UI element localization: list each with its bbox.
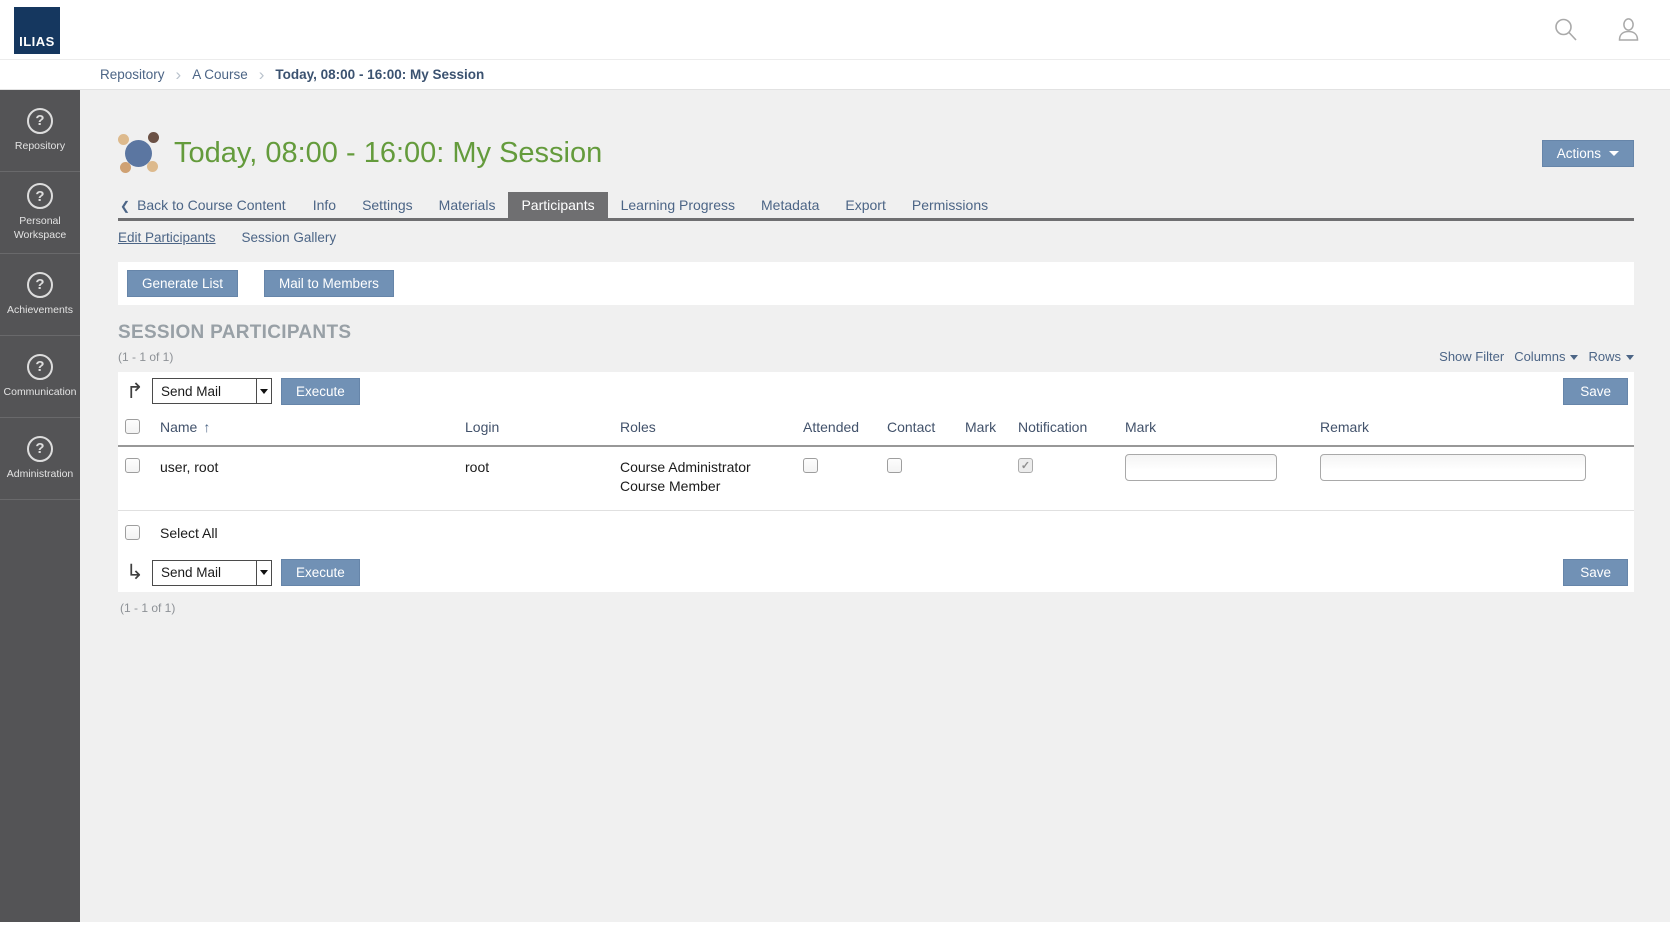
- topbar: ILIAS: [0, 0, 1670, 60]
- select-dropdown-icon[interactable]: [256, 379, 271, 403]
- page-title: Today, 08:00 - 16:00: My Session: [174, 137, 602, 170]
- apply-above-arrow-icon: [126, 381, 152, 402]
- actions-button[interactable]: Actions: [1542, 140, 1634, 167]
- bulk-action-select-top[interactable]: Send Mail: [152, 378, 272, 404]
- table-header-row: Name Login Roles Attended Contact Mark N…: [118, 410, 1634, 447]
- subtab-edit-participants[interactable]: Edit Participants: [118, 230, 216, 245]
- bulk-toolbar-top: Send Mail Execute Save: [118, 372, 1634, 410]
- column-header-name[interactable]: Name: [160, 419, 197, 435]
- back-to-course-content-link[interactable]: Back to Course Content: [118, 192, 288, 218]
- mail-to-members-button[interactable]: Mail to Members: [264, 270, 394, 297]
- main-content: Today, 08:00 - 16:00: My Session Actions…: [80, 90, 1670, 922]
- column-header-remark[interactable]: Remark: [1320, 419, 1369, 435]
- column-header-contact[interactable]: Contact: [887, 419, 935, 435]
- column-header-mark-input[interactable]: Mark: [1125, 419, 1156, 435]
- notification-checkbox: [1018, 458, 1033, 473]
- tab-bar: Back to Course Content Info Settings Mat…: [118, 192, 1634, 221]
- tab-metadata[interactable]: Metadata: [748, 192, 832, 218]
- tab-materials[interactable]: Materials: [426, 192, 509, 218]
- help-circle-icon: [27, 272, 53, 298]
- participants-table: Send Mail Execute Save Name Login Roles …: [118, 372, 1634, 592]
- select-dropdown-icon[interactable]: [256, 561, 271, 585]
- select-all-checkbox-header[interactable]: [125, 419, 140, 434]
- help-circle-icon: [27, 436, 53, 462]
- tab-info[interactable]: Info: [300, 192, 349, 218]
- rows-dropdown[interactable]: Rows: [1588, 349, 1634, 364]
- contact-checkbox[interactable]: [887, 458, 902, 473]
- bulk-action-select-bottom[interactable]: Send Mail: [152, 560, 272, 586]
- cell-name: user, root: [160, 458, 465, 477]
- ilias-logo[interactable]: ILIAS: [14, 7, 60, 54]
- result-count-bottom: (1 - 1 of 1): [118, 592, 1634, 624]
- row-select-checkbox[interactable]: [125, 458, 140, 473]
- bulk-toolbar-bottom: Send Mail Execute Save: [118, 554, 1634, 592]
- user-menu-icon[interactable]: [1615, 16, 1642, 43]
- table-row: user, root root Course Administrator Cou…: [118, 447, 1634, 511]
- main-sidebar: Repository Personal Workspace Achievemen…: [0, 90, 80, 922]
- sort-ascending-icon: [203, 419, 210, 435]
- column-header-notification[interactable]: Notification: [1018, 419, 1087, 435]
- tab-learning-progress[interactable]: Learning Progress: [608, 192, 748, 218]
- attended-checkbox[interactable]: [803, 458, 818, 473]
- tab-permissions[interactable]: Permissions: [899, 192, 1001, 218]
- save-button-top[interactable]: Save: [1563, 378, 1628, 405]
- column-header-login[interactable]: Login: [465, 419, 499, 435]
- subtab-bar: Edit Participants Session Gallery: [118, 230, 1634, 245]
- sidebar-item-administration[interactable]: Administration: [0, 418, 80, 500]
- breadcrumb-current: Today, 08:00 - 16:00: My Session: [275, 67, 484, 82]
- chevron-right-icon: [259, 66, 265, 83]
- breadcrumb-repository[interactable]: Repository: [100, 67, 165, 82]
- save-button-bottom[interactable]: Save: [1563, 559, 1628, 586]
- help-circle-icon: [27, 183, 53, 209]
- help-circle-icon: [27, 108, 53, 134]
- session-object-icon: [118, 132, 160, 174]
- cell-roles: Course Administrator Course Member: [620, 458, 803, 496]
- execute-button-bottom[interactable]: Execute: [281, 559, 360, 586]
- chevron-down-icon: [1626, 355, 1634, 360]
- sidebar-item-repository[interactable]: Repository: [0, 90, 80, 172]
- help-circle-icon: [27, 354, 53, 380]
- column-header-roles[interactable]: Roles: [620, 419, 656, 435]
- search-icon[interactable]: [1552, 16, 1579, 43]
- chevron-left-icon: [120, 197, 137, 213]
- select-all-row: Select All: [118, 511, 1634, 554]
- chevron-down-icon: [1609, 151, 1619, 156]
- table-title: SESSION PARTICIPANTS: [118, 322, 1634, 344]
- sidebar-item-communication[interactable]: Communication: [0, 336, 80, 418]
- result-count-top: (1 - 1 of 1): [118, 350, 173, 364]
- chevron-right-icon: [176, 66, 182, 83]
- tab-export[interactable]: Export: [832, 192, 898, 218]
- chevron-down-icon: [1570, 355, 1578, 360]
- cell-login: root: [465, 458, 620, 477]
- sidebar-item-achievements[interactable]: Achievements: [0, 254, 80, 336]
- breadcrumb-course[interactable]: A Course: [192, 67, 248, 82]
- generate-list-button[interactable]: Generate List: [127, 270, 238, 297]
- sidebar-item-personal-workspace[interactable]: Personal Workspace: [0, 172, 80, 254]
- tab-settings[interactable]: Settings: [349, 192, 426, 218]
- execute-button-top[interactable]: Execute: [281, 378, 360, 405]
- page-toolbar: Generate List Mail to Members: [118, 262, 1634, 305]
- column-header-attended[interactable]: Attended: [803, 419, 859, 435]
- subtab-session-gallery[interactable]: Session Gallery: [242, 230, 337, 245]
- tab-participants[interactable]: Participants: [508, 192, 607, 218]
- mark-input[interactable]: [1125, 454, 1277, 481]
- remark-input[interactable]: [1320, 454, 1586, 481]
- column-header-mark[interactable]: Mark: [965, 419, 996, 435]
- apply-below-arrow-icon: [126, 562, 152, 583]
- select-all-checkbox[interactable]: [125, 525, 140, 540]
- select-all-label: Select All: [160, 525, 218, 541]
- breadcrumb: Repository A Course Today, 08:00 - 16:00…: [0, 60, 1670, 90]
- columns-dropdown[interactable]: Columns: [1514, 349, 1578, 364]
- show-filter-link[interactable]: Show Filter: [1439, 349, 1504, 364]
